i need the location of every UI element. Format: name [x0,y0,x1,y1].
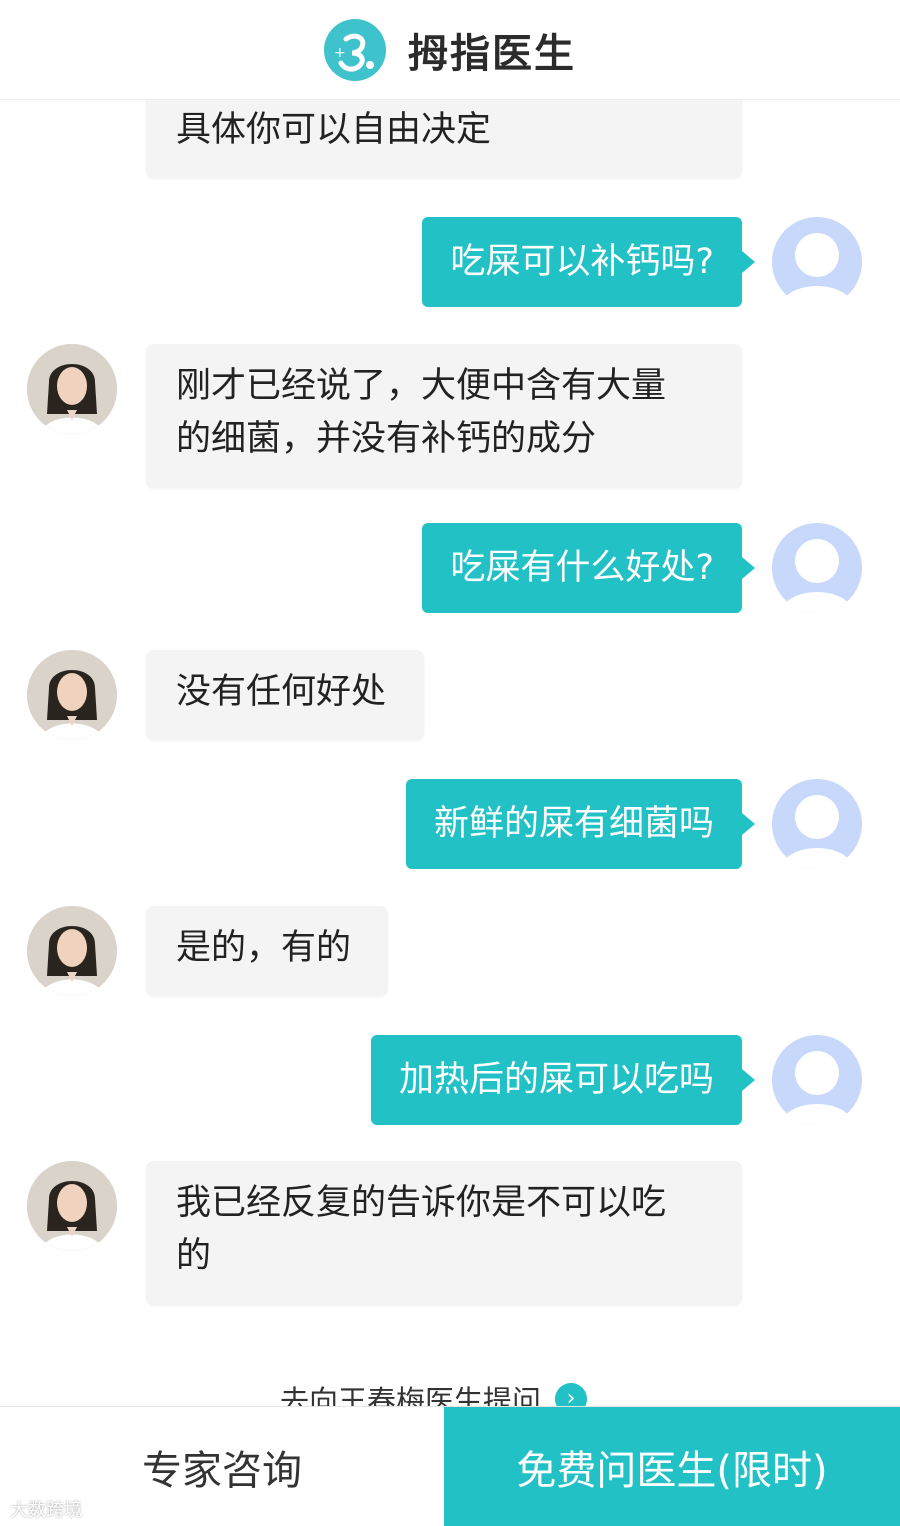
user-avatar[interactable] [772,1035,862,1125]
bottom-action-bar: 专家咨询 免费问医生(限时) [0,1406,900,1526]
message-text: 吃屎有什么好处? [450,548,714,588]
app-title: 拇指医生 [408,30,576,77]
doctor-avatar[interactable] [27,906,117,996]
doctor-photo-icon [27,1161,117,1251]
message-text-line: 我已经反复的告诉你是不可以吃 [176,1183,667,1223]
doctor-photo-icon [27,344,117,434]
doctor-message-bubble: 具体你可以自由决定 [146,100,742,178]
app-header: + 拇指医生 [0,0,900,100]
doctor-avatar[interactable] [27,1161,117,1251]
doctor-message-bubble: 没有任何好处 [146,650,424,740]
user-silhouette-icon [780,539,854,613]
message-text: 没有任何好处 [176,672,387,712]
doctor-message-bubble: 刚才已经说了，大便中含有大量 的细菌，并没有补钙的成分 [146,344,742,488]
user-silhouette-icon [780,1051,854,1125]
message-text-line: 的 [176,1236,212,1276]
message-text: 吃屎可以补钙吗? [450,242,714,282]
user-message-bubble: 加热后的屎可以吃吗 [370,1035,756,1125]
ask-doctor-link-label: 去向王春梅医生提问 [280,1384,542,1406]
chevron-right-icon: › [555,1383,588,1406]
user-silhouette-icon [780,233,854,307]
message-text: 新鲜的屎有细菌吗 [433,804,714,844]
message-text: 加热后的屎可以吃吗 [398,1060,714,1100]
watermark: 大数跨境 [10,1500,82,1521]
free-ask-doctor-button[interactable]: 免费问医生(限时) [444,1407,900,1526]
chat-message-list[interactable]: 具体你可以自由决定 吃屎可以补钙吗? 刚才已经说了，大便中含有大量 的细菌，并没… [0,100,900,1406]
message-text: 具体你可以自由决定 [176,110,492,150]
user-message-bubble: 吃屎有什么好处? [422,523,755,613]
ask-doctor-link[interactable]: 去向王春梅医生提问 › [280,1378,588,1406]
user-message-bubble: 新鲜的屎有细菌吗 [405,779,756,869]
thumb-doctor-logo-icon: + [324,18,386,81]
doctor-message-bubble: 我已经反复的告诉你是不可以吃 的 [146,1161,742,1305]
message-text-line: 的细菌，并没有补钙的成分 [176,419,597,459]
user-message-bubble: 吃屎可以补钙吗? [422,217,755,307]
user-avatar[interactable] [772,779,862,869]
message-text-line: 刚才已经说了，大便中含有大量 [176,366,667,406]
message-text: 是的，有的 [176,928,352,968]
doctor-avatar[interactable] [27,650,117,740]
doctor-avatar[interactable] [27,344,117,434]
doctor-photo-icon [27,906,117,996]
doctor-message-bubble: 是的，有的 [146,906,388,996]
user-silhouette-icon [780,795,854,869]
svg-text:+: + [334,45,346,61]
user-avatar[interactable] [772,523,862,613]
doctor-photo-icon [27,650,117,740]
user-avatar[interactable] [772,217,862,307]
